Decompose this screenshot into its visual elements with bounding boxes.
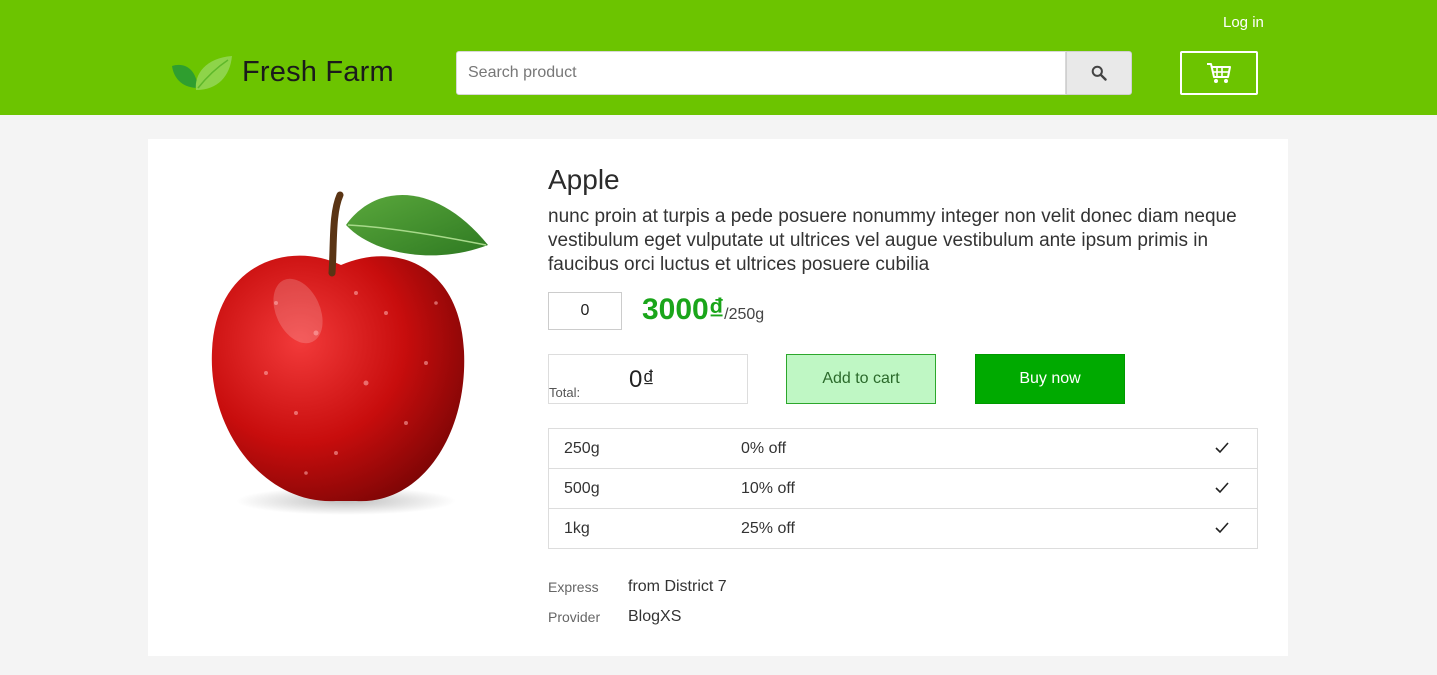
search-button[interactable]	[1066, 51, 1132, 95]
express-value: from District 7	[628, 578, 727, 595]
product-card: Apple nunc proin at turpis a pede posuer…	[148, 139, 1288, 656]
option-row-500g[interactable]: 500g 10% off	[549, 468, 1257, 508]
search-input[interactable]	[456, 51, 1066, 95]
total-box: Total: 0₫	[548, 354, 748, 404]
weight-options-table: 250g 0% off 500g 10% off 1kg 25% off	[548, 428, 1258, 549]
check-icon	[1215, 482, 1229, 494]
option-discount: 0% off	[741, 440, 787, 457]
login-link[interactable]: Log in	[1223, 14, 1264, 31]
option-discount: 10% off	[741, 480, 795, 497]
check-icon	[1215, 442, 1229, 454]
cart-icon	[1207, 63, 1231, 83]
check-icon	[1215, 522, 1229, 534]
logo-text: Fresh Farm	[242, 56, 394, 88]
price-unit: /250g	[724, 306, 765, 323]
top-header: Log in Fresh Farm	[0, 0, 1437, 115]
total-value: 0₫	[629, 366, 655, 393]
buy-now-button[interactable]: Buy now	[975, 354, 1125, 404]
provider-label: Provider	[548, 609, 601, 625]
search-icon	[1091, 65, 1107, 81]
leaf-logo-icon	[172, 56, 232, 90]
apple-product-image	[211, 191, 488, 515]
option-row-1kg[interactable]: 1kg 25% off	[549, 508, 1257, 548]
price: 3000₫/250g	[642, 293, 764, 327]
product-description: nunc proin at turpis a pede posuere nonu…	[548, 206, 1237, 275]
provider-value[interactable]: BlogXS	[628, 608, 681, 626]
add-to-cart-button[interactable]: Add to cart	[786, 354, 936, 404]
option-row-250g[interactable]: 250g 0% off	[549, 429, 1257, 468]
price-value: 3000₫	[642, 293, 725, 326]
option-weight: 500g	[564, 480, 600, 497]
total-label: Total:	[549, 385, 581, 400]
option-weight: 1kg	[564, 520, 590, 537]
quantity-input[interactable]	[548, 292, 622, 330]
product-title: Apple	[548, 164, 620, 195]
cart-button[interactable]	[1180, 51, 1258, 95]
option-weight: 250g	[564, 440, 600, 457]
option-discount: 25% off	[741, 520, 795, 537]
express-label: Express	[548, 579, 599, 595]
